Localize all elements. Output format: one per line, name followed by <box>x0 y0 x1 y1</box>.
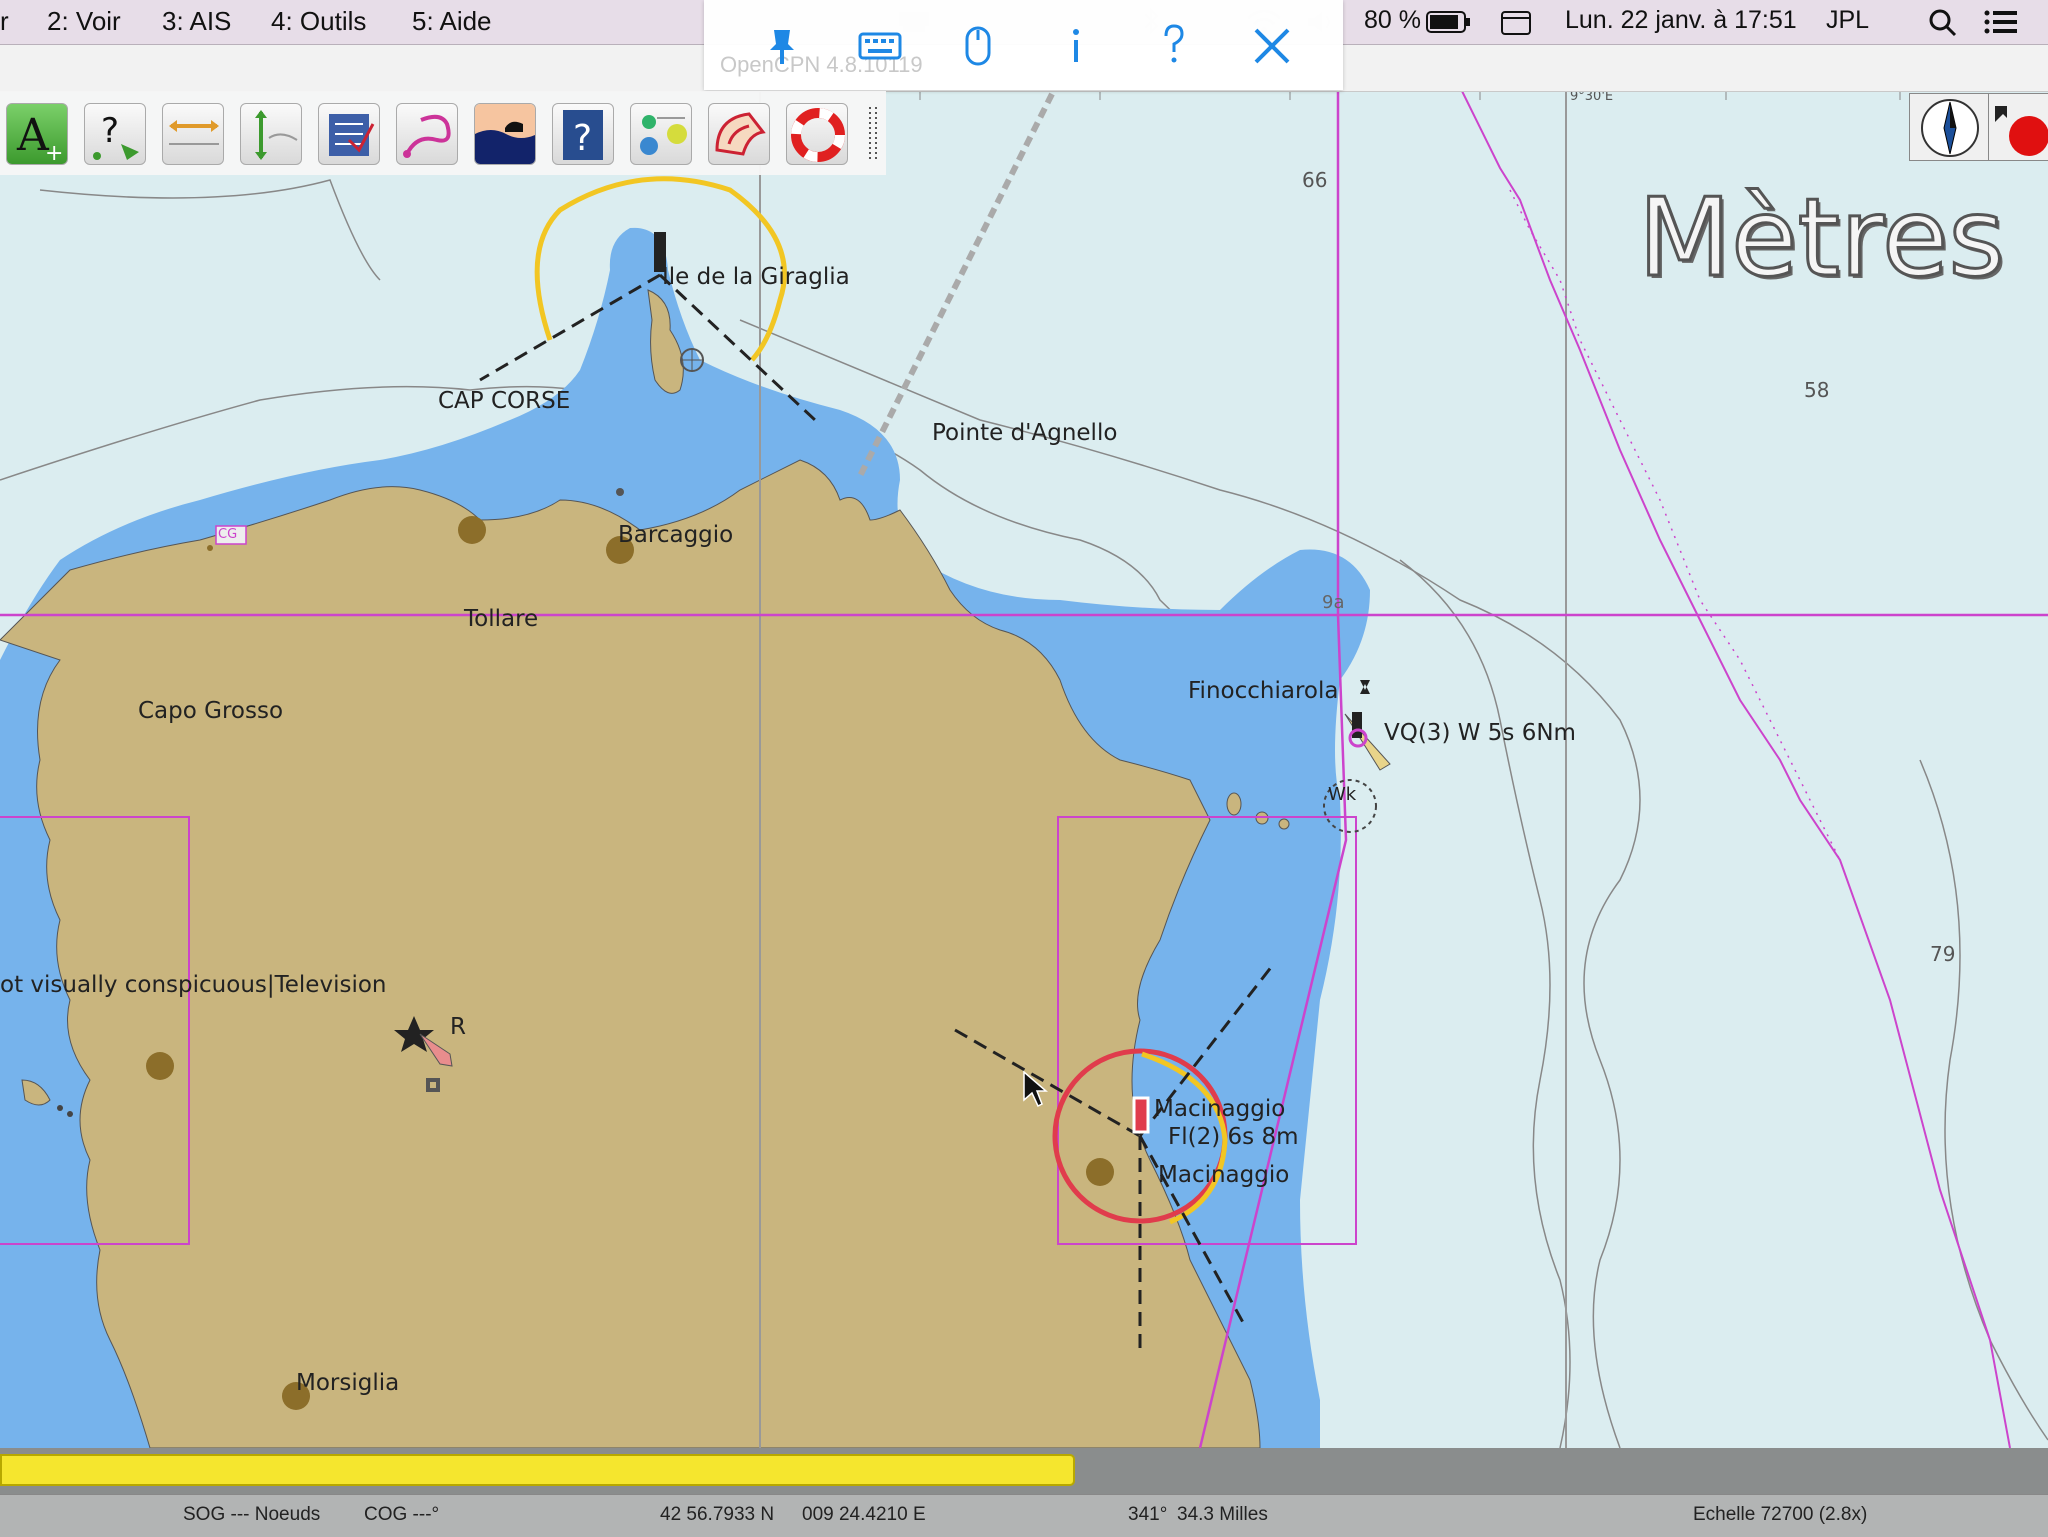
zoom-vertical-icon <box>255 110 298 160</box>
zoom-vertical-button[interactable] <box>240 103 302 165</box>
ais-targets-button[interactable]: A + <box>6 103 68 165</box>
keyboard-icon[interactable] <box>850 16 910 76</box>
tide-current-button[interactable] <box>474 103 536 165</box>
tide-current-icon <box>475 104 535 164</box>
label-9a: 9a <box>1322 592 1345 613</box>
compass-icon[interactable] <box>1909 93 1989 161</box>
menu-aide[interactable]: 5: Aide <box>412 6 492 37</box>
layers-button[interactable] <box>630 103 692 165</box>
zoom-horizontal-button[interactable] <box>162 103 224 165</box>
scale-readout: Echelle 72700 (2.8x) <box>1693 1504 1868 1525</box>
svg-text:+: + <box>45 141 63 165</box>
help-icon[interactable] <box>1144 16 1204 76</box>
menu-voir[interactable]: 2: Voir <box>47 6 121 37</box>
label-macinaggio-light: Macinaggio <box>1154 1096 1286 1122</box>
bearing-readout: 341° <box>1128 1504 1168 1525</box>
pin-icon[interactable] <box>752 16 812 76</box>
label-wk: Wk <box>1328 784 1357 805</box>
dashboard-button[interactable] <box>708 103 770 165</box>
label-vq-light: VQ(3) W 5s 6Nm <box>1384 720 1576 746</box>
chart-info-icon: ? <box>563 110 603 160</box>
depth-58: 58 <box>1804 378 1830 402</box>
route-manager-icon <box>329 114 375 156</box>
chart-bar[interactable] <box>0 1448 2048 1494</box>
label-morsiglia: Morsiglia <box>296 1370 400 1396</box>
label-giraglia: Ile de la Giraglia <box>662 264 850 290</box>
longitude-readout: 009 24.4210 E <box>802 1504 926 1525</box>
track-icon <box>403 114 451 158</box>
label-pointe-agnello: Pointe d'Agnello <box>932 420 1118 446</box>
svg-text:?: ? <box>101 111 119 151</box>
dashboard-icon <box>715 112 766 156</box>
gps-status-icon[interactable] <box>1989 93 2048 161</box>
zoom-horizontal-icon <box>169 120 219 145</box>
label-fl-light: Fl(2) 6s 8m <box>1168 1124 1299 1150</box>
label-cg: CG <box>218 527 238 542</box>
cog-readout: COG ---° <box>364 1504 440 1525</box>
mob-icon <box>791 108 845 162</box>
search-icon[interactable] <box>1928 8 1958 38</box>
chart-info-button[interactable]: ? <box>552 103 614 165</box>
mob-button[interactable] <box>786 103 848 165</box>
route-query-icon: ? <box>93 111 139 160</box>
main-toolbar: A + ? ? <box>0 91 886 175</box>
menu-outils[interactable]: 4: Outils <box>271 6 366 37</box>
latitude-readout: 42 56.7933 N <box>660 1504 775 1525</box>
depth-66: 66 <box>1302 168 1328 192</box>
battery-icon[interactable] <box>1426 10 1472 34</box>
calendar-icon[interactable] <box>1500 8 1534 36</box>
status-bar: SOG --- Noeuds COG ---° 42 56.7933 N 009… <box>0 1494 2048 1537</box>
toolbar-grip-icon[interactable] <box>866 105 880 163</box>
label-cap-corse: CAP CORSE <box>438 388 571 414</box>
mouse-icon[interactable] <box>948 16 1008 76</box>
route-query-button[interactable]: ? <box>84 103 146 165</box>
menu-ais[interactable]: 3: AIS <box>162 6 231 37</box>
label-conspicuous: ot visually conspicuous|Television <box>0 972 387 998</box>
chart-bar-fill[interactable] <box>0 1454 1075 1486</box>
label-tollare: Tollare <box>464 606 539 632</box>
datetime[interactable]: Lun. 22 janv. à 17:51 <box>1565 6 1797 35</box>
label-macinaggio-town: Macinaggio <box>1158 1162 1290 1188</box>
label-r: R <box>450 1014 466 1040</box>
layers-icon <box>640 115 687 155</box>
close-icon[interactable] <box>1242 16 1302 76</box>
label-finocchiarola: Finocchiarola <box>1188 678 1339 704</box>
depth-79: 79 <box>1930 942 1956 966</box>
menu-item-partial[interactable]: r <box>0 6 9 37</box>
route-manager-button[interactable] <box>318 103 380 165</box>
track-button[interactable] <box>396 103 458 165</box>
label-capo-grosso: Capo Grosso <box>138 698 284 724</box>
info-icon[interactable] <box>1046 16 1106 76</box>
units-overlay: Mètres <box>1637 175 2007 303</box>
sog-readout: SOG --- Noeuds <box>183 1504 321 1525</box>
menu-list-icon[interactable] <box>1984 10 2018 34</box>
ais-targets-icon: A+ <box>16 110 63 165</box>
label-barcaggio: Barcaggio <box>618 522 734 548</box>
user-name[interactable]: JPL <box>1826 6 1869 35</box>
remote-control-toolbar: OpenCPN 4.8.10119 <box>704 0 1343 90</box>
battery-percent: 80 % <box>1364 6 1421 34</box>
svg-text:?: ? <box>573 118 592 159</box>
distance-readout: 34.3 Milles <box>1177 1504 1268 1525</box>
